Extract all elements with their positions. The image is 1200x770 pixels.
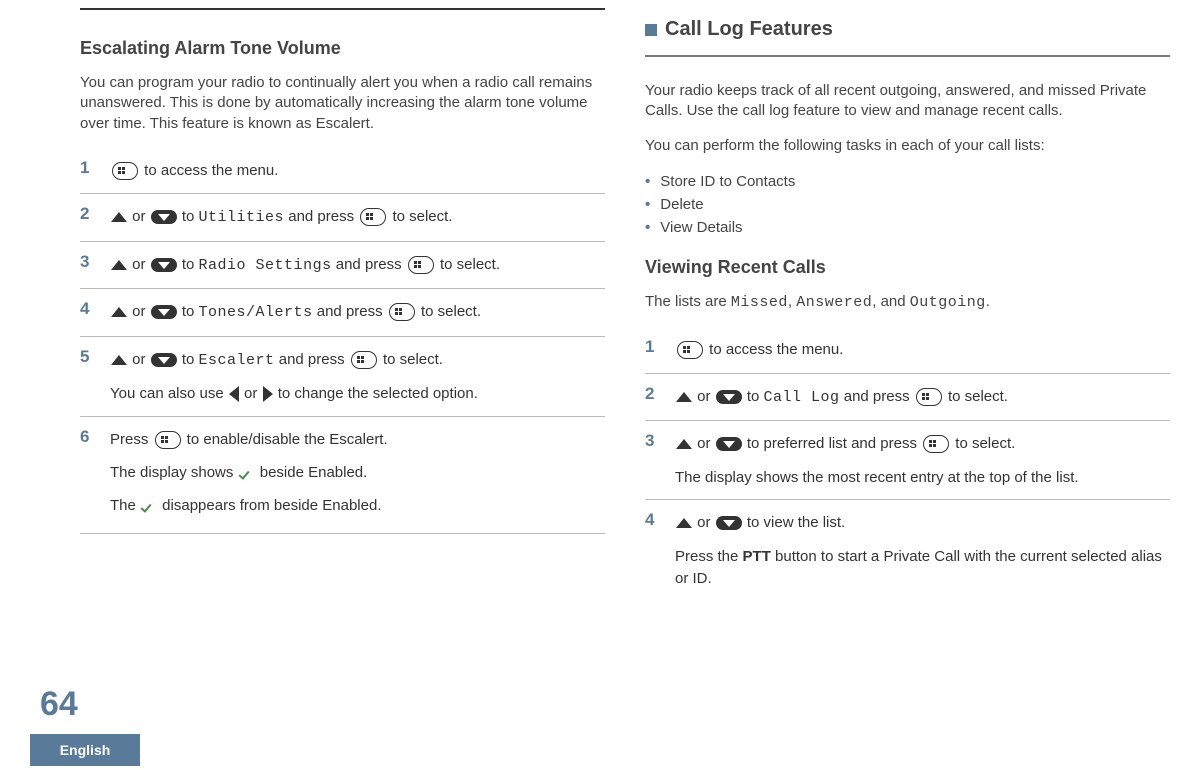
bullet-dot-icon: •: [645, 173, 650, 190]
list-missed: Missed: [731, 294, 788, 311]
list-outgoing: Outgoing: [910, 294, 986, 311]
step-number: 3: [645, 431, 663, 489]
up-arrow-icon: [676, 392, 692, 402]
list-item: •Delete: [645, 193, 1170, 216]
step: 6 Press to enable/disable the Escalert. …: [80, 416, 605, 528]
step-number: 5: [80, 347, 98, 406]
ok-button-icon: [351, 351, 377, 369]
step-aux-text: Press the PTT button to start a Private …: [675, 546, 1170, 591]
up-arrow-icon: [676, 439, 692, 449]
down-arrow-icon: [151, 353, 177, 367]
step-body: to access the menu.: [110, 158, 605, 184]
section-header-row: Call Log Features: [645, 18, 1170, 41]
list-item: •View Details: [645, 216, 1170, 239]
step-body: or to view the list. Press the PTT butto…: [675, 510, 1170, 591]
left-column: Escalating Alarm Tone Volume You can pro…: [80, 0, 605, 700]
list-answered: Answered: [796, 294, 872, 311]
step: 4 or to Tones/Alerts and press to select…: [80, 288, 605, 336]
ok-button-icon: [408, 256, 434, 274]
viewing-steps: 1 to access the menu. 2 or to Call Log a…: [645, 327, 1170, 601]
heading-viewing-recent: Viewing Recent Calls: [645, 257, 1170, 278]
step-aux-text: The display shows the most recent entry …: [675, 467, 1170, 490]
step: 5 or to Escalert and press to select. Yo…: [80, 336, 605, 416]
step-body: or to Utilities and press to select.: [110, 204, 605, 231]
menu-escalert: Escalert: [199, 352, 275, 369]
section-bullet-icon: [645, 24, 657, 36]
up-arrow-icon: [111, 355, 127, 365]
menu-radio-settings: Radio Settings: [199, 257, 332, 274]
step-body: or to Escalert and press to select. You …: [110, 347, 605, 406]
task-bullets: •Store ID to Contacts •Delete •View Deta…: [645, 170, 1170, 239]
step-number: 1: [80, 158, 98, 184]
step-aux-text: The display shows beside Enabled.: [110, 462, 605, 485]
intro-escalating: You can program your radio to continuall…: [80, 73, 605, 134]
up-arrow-icon: [111, 260, 127, 270]
ok-button-icon: [360, 208, 386, 226]
step-body: or to preferred list and press to select…: [675, 431, 1170, 489]
step-number: 2: [80, 204, 98, 231]
bullet-dot-icon: •: [645, 196, 650, 213]
ok-button-icon: [155, 431, 181, 449]
ok-button-icon: [389, 303, 415, 321]
call-log-intro-1: Your radio keeps track of all recent out…: [645, 81, 1170, 122]
ptt-label: PTT: [743, 548, 771, 565]
ok-button-icon: [923, 435, 949, 453]
step-aux-text: You can also use or to change the select…: [110, 383, 605, 406]
ok-button-icon: [112, 162, 138, 180]
ok-button-icon: [916, 388, 942, 406]
check-icon: [240, 468, 254, 478]
check-icon: [142, 501, 156, 511]
step: 4 or to view the list. Press the PTT but…: [645, 499, 1170, 601]
step-number: 2: [645, 384, 663, 411]
up-arrow-icon: [111, 212, 127, 222]
heading-call-log: Call Log Features: [665, 18, 833, 41]
right-column: Call Log Features Your radio keeps track…: [645, 0, 1170, 700]
up-arrow-icon: [676, 518, 692, 528]
closing-rule: [80, 533, 605, 534]
menu-call-log: Call Log: [764, 389, 840, 406]
list-item: •Store ID to Contacts: [645, 170, 1170, 193]
step: 2 or to Call Log and press to select.: [645, 373, 1170, 421]
step: 2 or to Utilities and press to select.: [80, 193, 605, 241]
step: 3 or to Radio Settings and press to sele…: [80, 241, 605, 289]
escalert-steps: 1 to access the menu. 2 or to Utilities …: [80, 148, 605, 535]
ok-button-icon: [677, 341, 703, 359]
left-arrow-icon: [229, 386, 239, 402]
step-body: or to Radio Settings and press to select…: [110, 252, 605, 279]
down-arrow-icon: [151, 258, 177, 272]
step: 1 to access the menu.: [645, 327, 1170, 373]
step-aux-text: The disappears from beside Enabled.: [110, 495, 605, 518]
menu-utilities: Utilities: [199, 209, 285, 226]
step-number: 4: [645, 510, 663, 591]
menu-tones-alerts: Tones/Alerts: [199, 304, 313, 321]
call-log-intro-2: You can perform the following tasks in e…: [645, 136, 1170, 156]
step: 3 or to preferred list and press to sele…: [645, 420, 1170, 499]
language-tab: English: [30, 734, 140, 766]
step: 1 to access the menu.: [80, 148, 605, 194]
section-rule: [645, 55, 1170, 57]
top-rule: [80, 8, 605, 10]
down-arrow-icon: [151, 305, 177, 319]
up-arrow-icon: [111, 307, 127, 317]
step-body: or to Tones/Alerts and press to select.: [110, 299, 605, 326]
right-arrow-icon: [263, 386, 273, 402]
step-body: Press to enable/disable the Escalert. Th…: [110, 427, 605, 518]
step-number: 6: [80, 427, 98, 518]
step-number: 1: [645, 337, 663, 363]
lists-text: The lists are Missed, Answered, and Outg…: [645, 292, 1170, 313]
down-arrow-icon: [151, 210, 177, 224]
page-number: 64: [40, 685, 78, 724]
down-arrow-icon: [716, 390, 742, 404]
heading-escalating: Escalating Alarm Tone Volume: [80, 38, 605, 59]
bullet-dot-icon: •: [645, 219, 650, 236]
step-body: to access the menu.: [675, 337, 1170, 363]
down-arrow-icon: [716, 516, 742, 530]
down-arrow-icon: [716, 437, 742, 451]
step-number: 4: [80, 299, 98, 326]
step-number: 3: [80, 252, 98, 279]
step-body: or to Call Log and press to select.: [675, 384, 1170, 411]
